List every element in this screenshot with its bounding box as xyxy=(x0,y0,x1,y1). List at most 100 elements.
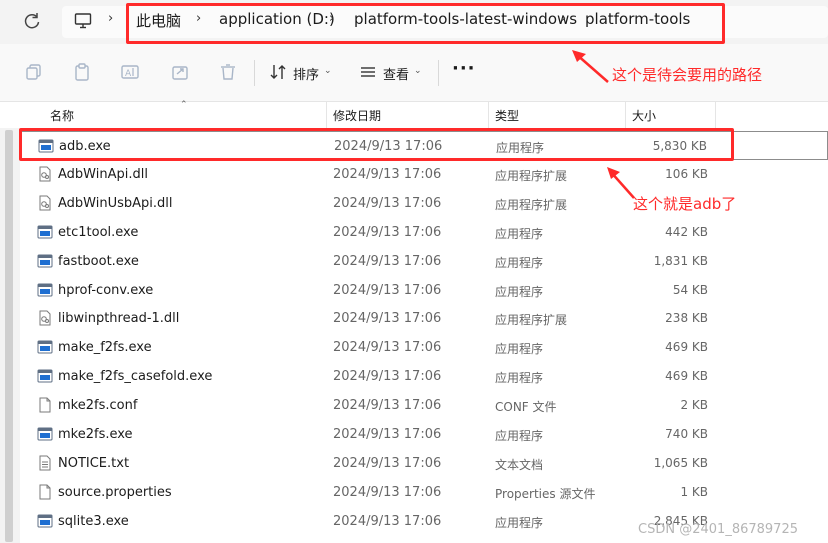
file-type: 应用程序 xyxy=(495,515,544,530)
file-size: 54 KB xyxy=(672,282,708,297)
paste-icon[interactable] xyxy=(72,62,92,82)
file-name: make_f2fs_casefold.exe xyxy=(58,369,213,385)
column-headers: ⌃ 名称 修改日期 类型 大小 xyxy=(0,100,828,128)
dll-file-icon xyxy=(37,195,53,211)
file-name: mke2fs.conf xyxy=(58,398,138,414)
file-icon xyxy=(37,397,53,413)
file-size: 106 KB xyxy=(665,166,708,181)
file-name: AdbWinApi.dll xyxy=(58,166,148,182)
copy-icon[interactable] xyxy=(24,62,44,82)
navigation-pane-edge xyxy=(0,128,20,543)
application-icon xyxy=(37,282,53,298)
file-row[interactable]: mke2fs.conf 2024/9/13 17:06 CONF 文件 2 KB xyxy=(20,391,828,420)
file-row[interactable]: etc1tool.exe 2024/9/13 17:06 应用程序 442 KB xyxy=(20,218,828,247)
svg-text:A: A xyxy=(125,69,132,79)
file-name: source.properties xyxy=(58,484,172,500)
file-name: AdbWinUsbApi.dll xyxy=(58,195,173,211)
dll-file-icon xyxy=(37,166,53,182)
file-size: 740 KB xyxy=(665,427,708,441)
file-modified-date: 2024/9/13 17:06 xyxy=(333,369,442,385)
annotation-adb-note: 这个就是adb了 xyxy=(633,195,737,213)
file-row[interactable]: mke2fs.exe 2024/9/13 17:06 应用程序 740 KB xyxy=(20,420,828,449)
file-type: 应用程序 xyxy=(495,255,544,270)
view-list-icon[interactable] xyxy=(358,62,378,82)
share-icon[interactable] xyxy=(170,62,190,82)
file-size: 469 KB xyxy=(665,340,708,355)
toolbar-divider xyxy=(254,60,255,86)
application-icon xyxy=(37,368,53,384)
sort-ascending-icon: ⌃ xyxy=(180,100,188,110)
file-name: make_f2fs.exe xyxy=(58,340,152,356)
file-type: 应用程序 xyxy=(495,429,544,443)
annotation-adb-box xyxy=(19,128,734,161)
file-size: 442 KB xyxy=(665,224,708,239)
file-type: 应用程序 xyxy=(495,226,544,241)
file-modified-date: 2024/9/13 17:06 xyxy=(333,224,442,240)
chevron-down-icon: ⌄ xyxy=(414,66,422,76)
computer-icon[interactable] xyxy=(74,12,92,30)
sort-button[interactable]: 排序 xyxy=(293,64,319,83)
application-icon xyxy=(37,426,53,442)
refresh-icon[interactable] xyxy=(22,11,42,31)
application-icon xyxy=(37,339,53,355)
file-modified-date: 2024/9/13 17:06 xyxy=(333,253,442,269)
application-icon xyxy=(37,224,53,240)
file-type: 应用程序扩展 xyxy=(495,197,568,212)
more-options-button[interactable]: ··· xyxy=(452,58,476,79)
file-row[interactable]: make_f2fs_casefold.exe 2024/9/13 17:06 应用程… xyxy=(20,362,828,391)
view-button[interactable]: 查看 xyxy=(383,64,409,83)
file-row[interactable]: NOTICE.txt 2024/9/13 17:06 文本文档 1,065 KB xyxy=(20,449,828,478)
file-type: 应用程序 xyxy=(495,342,544,357)
column-divider[interactable] xyxy=(715,102,716,128)
file-row[interactable]: AdbWinApi.dll 2024/9/13 17:06 应用程序扩展 106 KB xyxy=(20,160,828,189)
file-name: etc1tool.exe xyxy=(58,224,139,240)
file-name: libwinpthread-1.dll xyxy=(58,311,180,327)
file-size: 1 KB xyxy=(680,484,708,499)
file-row[interactable]: make_f2fs.exe 2024/9/13 17:06 应用程序 469 KB xyxy=(20,333,828,362)
file-name: sqlite3.exe xyxy=(58,513,129,529)
sort-icon[interactable] xyxy=(268,62,288,82)
file-modified-date: 2024/9/13 17:06 xyxy=(333,484,442,500)
toolbar-divider xyxy=(438,60,439,86)
file-row[interactable]: source.properties 2024/9/13 17:06 Properti… xyxy=(20,478,828,507)
file-modified-date: 2024/9/13 17:06 xyxy=(333,398,442,414)
file-type: Properties 源文件 xyxy=(495,486,596,501)
file-size: 2 KB xyxy=(680,398,708,413)
annotation-arrow xyxy=(572,50,609,83)
file-row[interactable]: libwinpthread-1.dll 2024/9/13 17:06 应用程序扩展… xyxy=(20,304,828,333)
column-header-size[interactable]: 大小 xyxy=(632,107,656,124)
rename-icon[interactable]: A xyxy=(120,62,140,82)
scrollbar[interactable] xyxy=(5,130,13,542)
column-divider[interactable] xyxy=(488,102,489,128)
dll-file-icon xyxy=(37,310,53,326)
application-icon xyxy=(37,513,53,529)
file-modified-date: 2024/9/13 17:06 xyxy=(333,311,442,327)
file-name: mke2fs.exe xyxy=(58,427,133,442)
file-type: 应用程序扩展 xyxy=(495,313,568,328)
file-name: NOTICE.txt xyxy=(58,455,130,471)
file-size: 238 KB xyxy=(665,311,708,326)
column-divider[interactable] xyxy=(326,102,327,128)
file-size: 1,831 KB xyxy=(653,253,708,268)
column-header-name[interactable]: 名称 xyxy=(50,107,74,124)
column-divider[interactable] xyxy=(625,102,626,128)
application-icon xyxy=(37,253,53,269)
file-type: 应用程序 xyxy=(495,284,544,299)
annotation-path-note: 这个是待会要用的路径 xyxy=(612,66,763,84)
column-header-date[interactable]: 修改日期 xyxy=(333,107,381,124)
file-type: 文本文档 xyxy=(495,457,544,472)
watermark: CSDN @2401_86789725 xyxy=(638,522,798,537)
file-type: 应用程序 xyxy=(495,371,544,386)
file-name: fastboot.exe xyxy=(58,253,139,269)
chevron-right-icon: › xyxy=(108,11,114,26)
file-modified-date: 2024/9/13 17:06 xyxy=(333,282,442,298)
file-row[interactable]: fastboot.exe 2024/9/13 17:06 应用程序 1,831 KB xyxy=(20,247,828,276)
delete-icon[interactable] xyxy=(218,62,238,82)
column-header-type[interactable]: 类型 xyxy=(495,107,519,124)
file-type: CONF 文件 xyxy=(495,400,557,415)
text-file-icon xyxy=(37,455,53,471)
file-row[interactable]: hprof-conv.exe 2024/9/13 17:06 应用程序 54 KB xyxy=(20,276,828,305)
file-modified-date: 2024/9/13 17:06 xyxy=(333,427,442,442)
file-icon xyxy=(37,484,53,500)
chevron-down-icon: ⌄ xyxy=(324,66,332,76)
